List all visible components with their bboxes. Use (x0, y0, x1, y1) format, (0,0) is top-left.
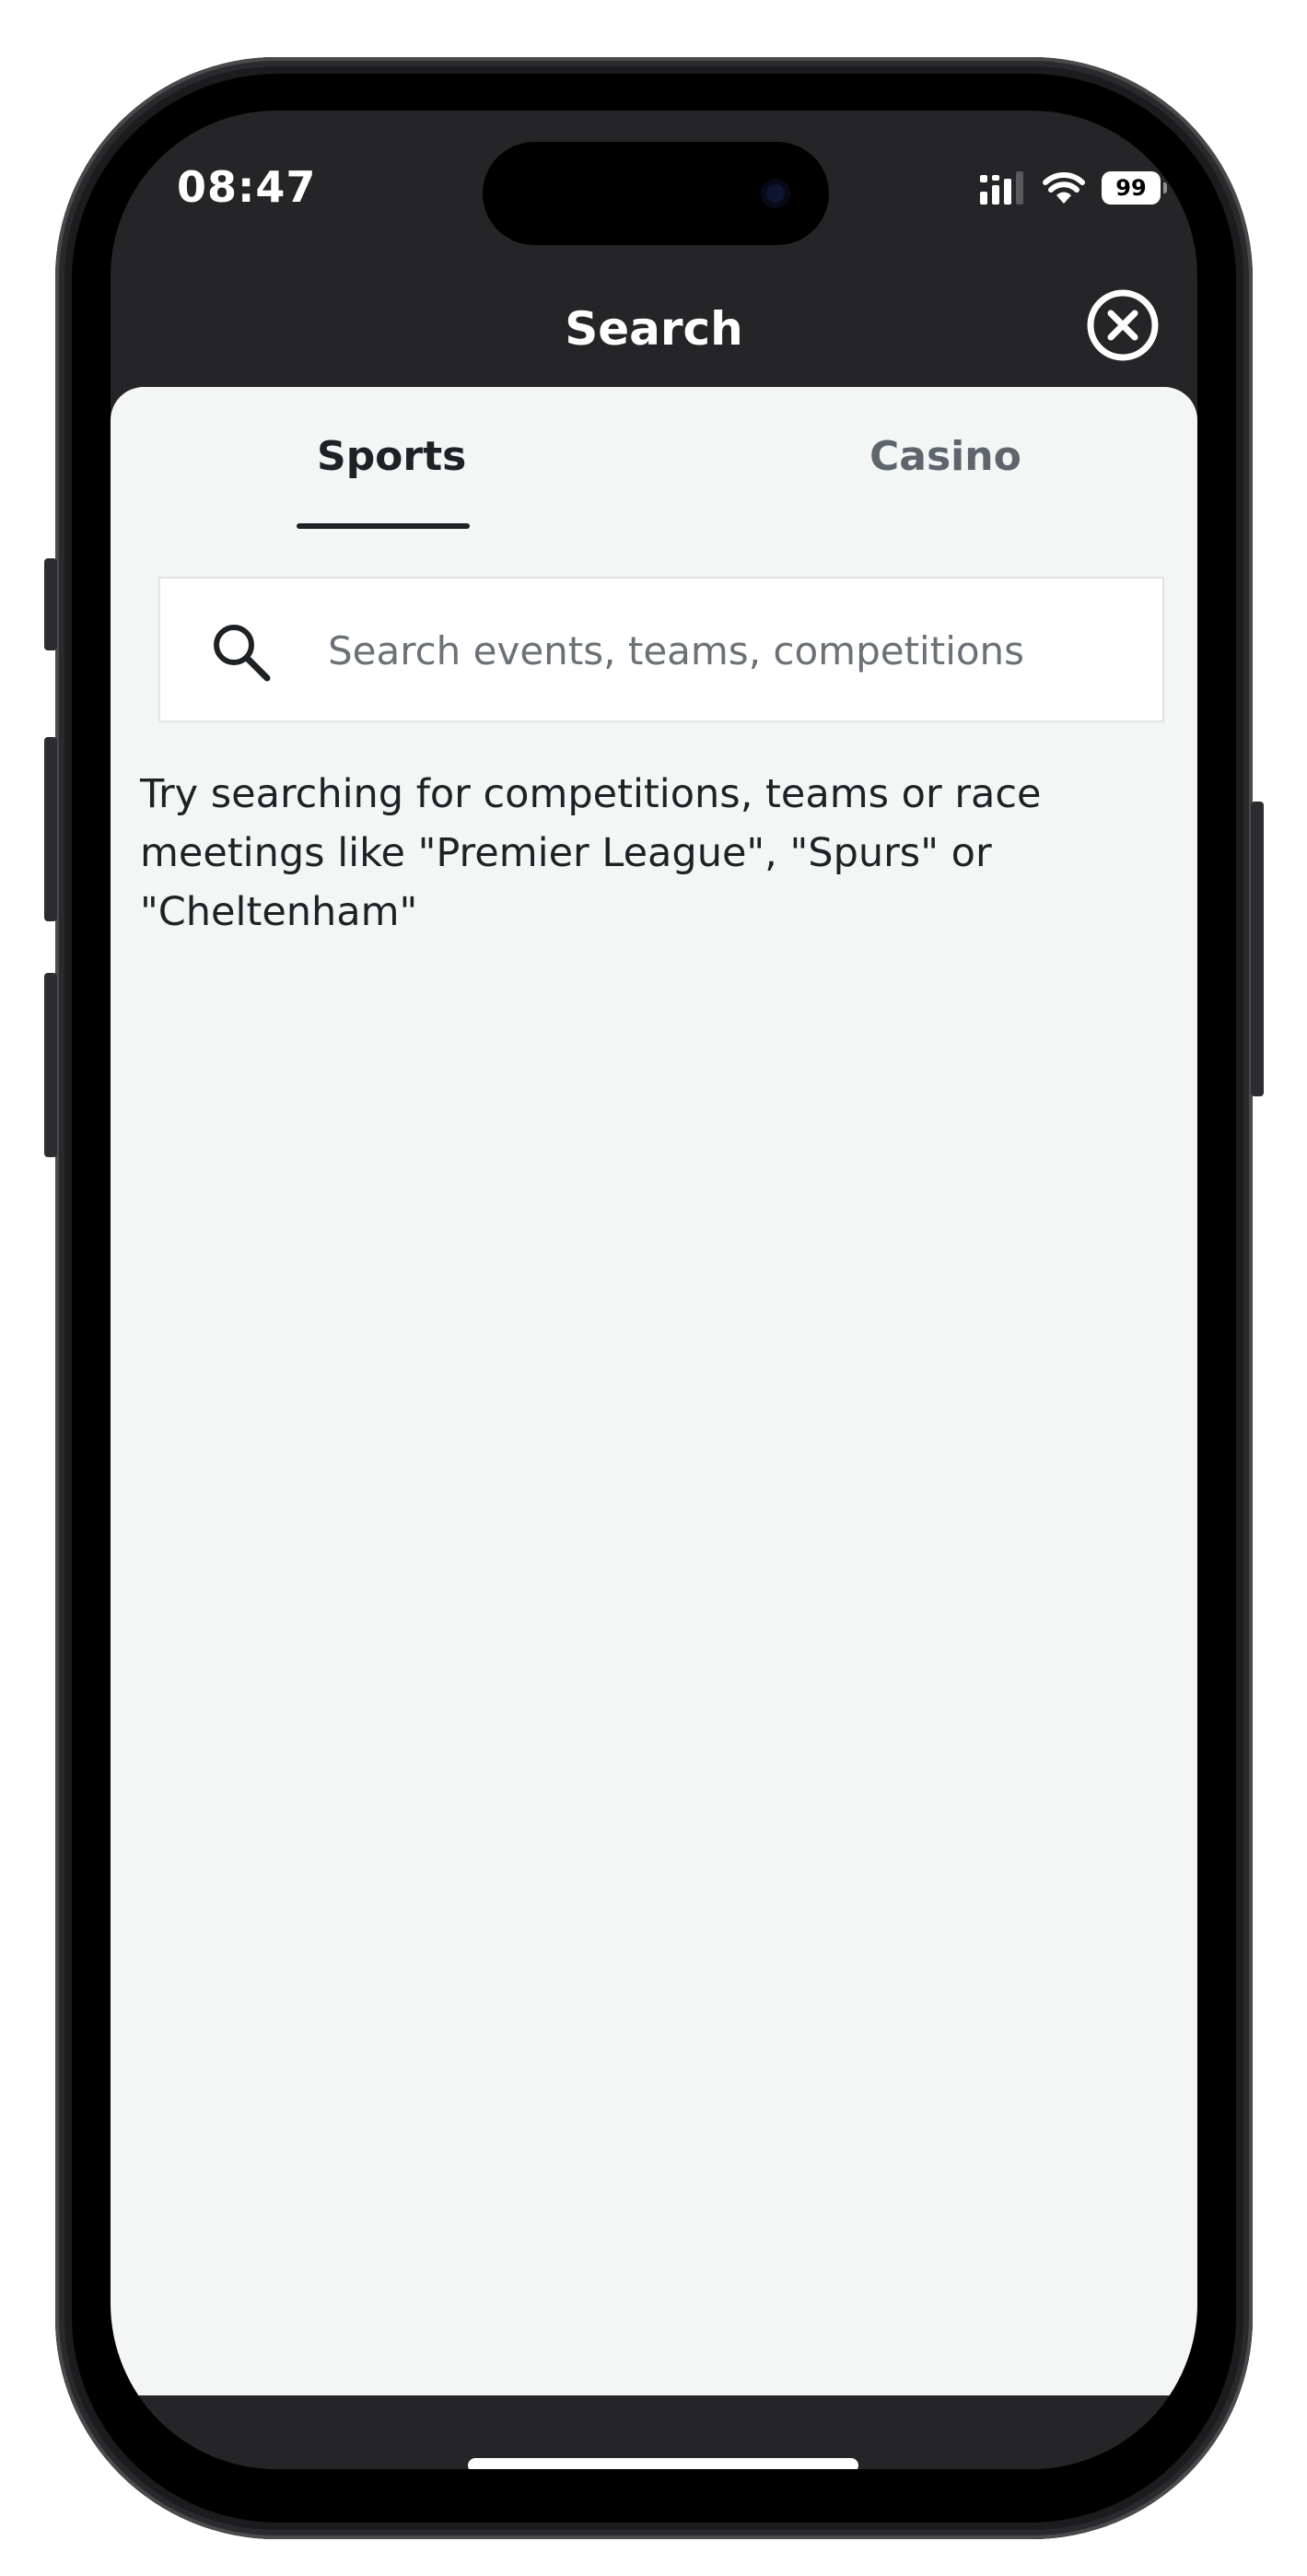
battery-icon: 99 (1102, 171, 1167, 205)
signal-icon (980, 171, 1023, 205)
volume-down-button (44, 973, 57, 1157)
wifi-icon (1043, 172, 1085, 204)
status-icons: 99 (980, 171, 1167, 205)
dynamic-island (483, 142, 829, 245)
page-title: Search (565, 302, 743, 356)
tab-casino[interactable]: Casino (869, 433, 1021, 480)
status-bar: 08:47 99 (111, 111, 1197, 276)
app-header: Search (111, 276, 1197, 387)
tab-sports[interactable]: Sports (317, 433, 466, 480)
close-icon[interactable] (1085, 287, 1161, 363)
search-hint: Try searching for competitions, teams or… (140, 771, 1042, 935)
power-button (1251, 802, 1264, 1096)
search-panel: Sports Casino Try searching for competit… (111, 387, 1197, 2395)
search-box[interactable] (158, 577, 1164, 722)
tab-bar: Sports Casino (111, 387, 1197, 531)
status-time: 08:47 (177, 162, 317, 212)
active-tab-indicator (297, 523, 470, 529)
home-indicator[interactable] (468, 2458, 858, 2469)
action-button (44, 558, 57, 650)
search-icon (214, 625, 271, 682)
camera-icon (761, 179, 790, 208)
phone-screen: 08:47 99 Search Sports Casino Search eve… (111, 111, 1197, 2469)
search-input[interactable] (326, 615, 1137, 685)
volume-up-button (44, 737, 57, 921)
battery-level: 99 (1115, 175, 1147, 201)
